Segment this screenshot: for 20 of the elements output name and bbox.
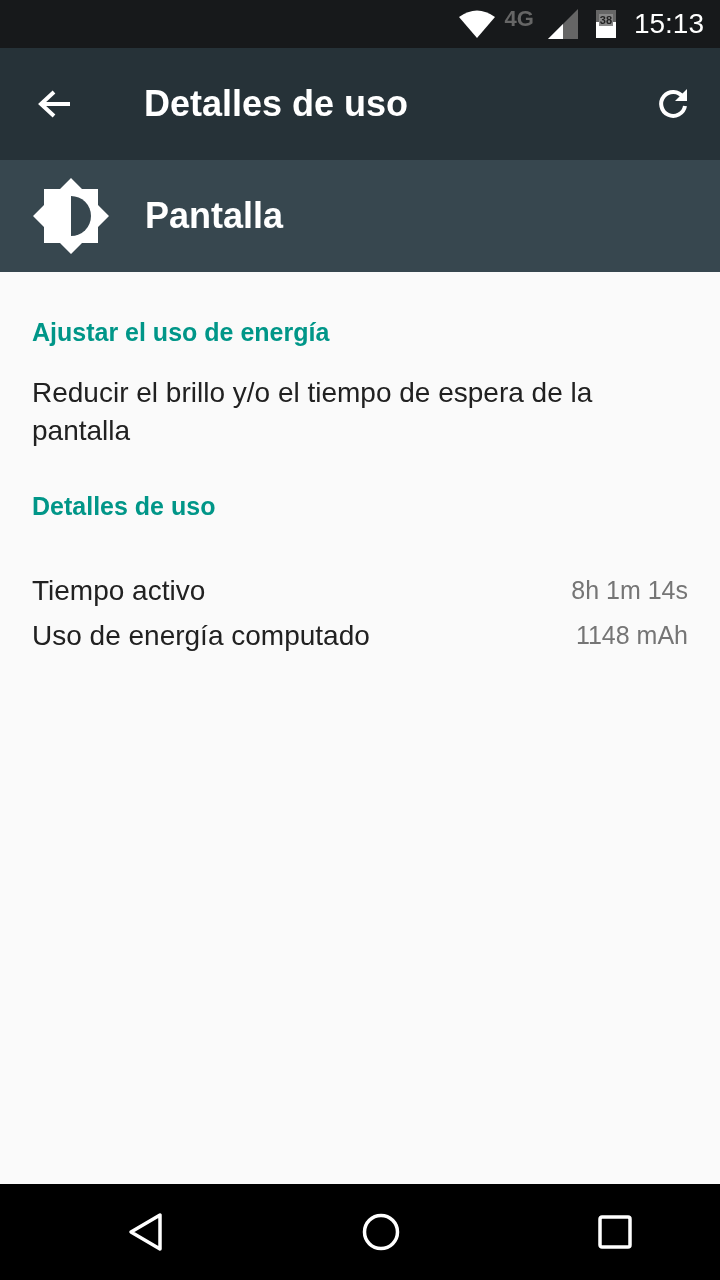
detail-label: Uso de energía computado (32, 619, 370, 652)
signal-icon (547, 9, 578, 39)
recents-nav-icon[interactable] (598, 1215, 632, 1249)
home-nav-icon[interactable] (362, 1213, 400, 1251)
network-type: 4G (504, 6, 534, 32)
back-nav-icon[interactable] (128, 1212, 164, 1252)
screen-title: Detalles de uso (144, 83, 410, 125)
detail-label: Tiempo activo (32, 574, 206, 607)
refresh-icon[interactable] (656, 87, 690, 121)
suggestion-text: Reducir el brillo y/o el tiempo de espera de la pantalla (32, 376, 594, 448)
detail-value: 1148 mAh (575, 621, 688, 650)
battery-icon: 38 (595, 10, 616, 38)
back-arrow-icon[interactable] (38, 89, 72, 119)
app-name: Pantalla (145, 195, 284, 237)
section-heading: Ajustar el uso de energía (32, 317, 331, 348)
section-heading: Detalles de uso (32, 491, 217, 522)
clock: 15:13 (633, 8, 704, 40)
brightness-icon (33, 178, 109, 254)
wifi-icon (458, 10, 495, 38)
detail-value: 8h 1m 14s (571, 576, 688, 605)
